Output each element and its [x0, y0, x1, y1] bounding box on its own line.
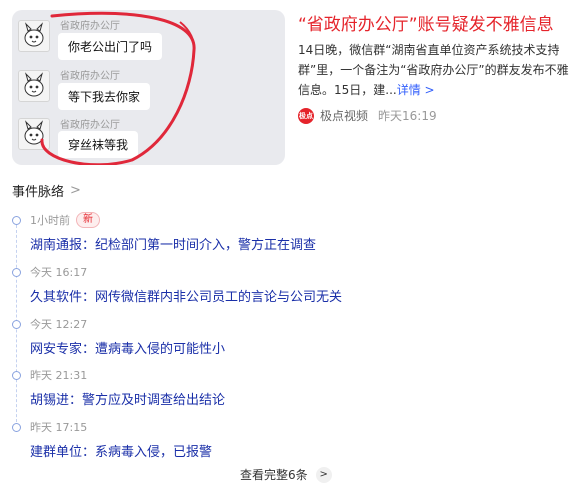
- timeline-time: 1小时前 新: [30, 212, 100, 228]
- chat-bubble: 等下我去你家: [58, 83, 151, 110]
- view-all-label: 查看完整6条: [240, 468, 308, 482]
- timeline-item-title[interactable]: 胡锡进：警方应及时调查给出结论: [30, 389, 225, 408]
- news-headline[interactable]: “省政府办公厅”账号疑发不雅信息: [298, 10, 554, 35]
- chat-avatar: [18, 118, 50, 150]
- cartoon-avatar-icon: [24, 22, 44, 47]
- timeline-time: 今天 16:17: [30, 266, 88, 279]
- news-summary: 14日晚，微信群“湖南省直单位资产系统技术支持群”里，一个备注为“省政府办公厅”…: [298, 40, 576, 100]
- chat-sender: 省政府办公厅: [60, 21, 120, 32]
- timeline-time: 昨天 17:15: [30, 421, 88, 434]
- details-link[interactable]: 详情 >: [397, 83, 435, 97]
- chat-bubble: 穿丝袜等我: [58, 131, 139, 158]
- timeline-item-title[interactable]: 久其软件：网传微信群内非公司员工的言论与公司无关: [30, 286, 342, 305]
- chevron-right-icon: >: [70, 183, 81, 198]
- source-time: 昨天16:19: [378, 109, 437, 123]
- chat-avatar: [18, 70, 50, 102]
- source-logo-icon: 极点: [298, 107, 314, 124]
- timeline-title[interactable]: 事件脉络 >: [12, 181, 81, 200]
- view-all-button[interactable]: 查看完整6条 >: [240, 466, 332, 483]
- timeline-time: 今天 12:27: [30, 318, 88, 331]
- timeline-dot-icon: [12, 371, 21, 380]
- cartoon-avatar-icon: [24, 72, 44, 97]
- chat-bubble: 你老公出门了吗: [58, 33, 163, 60]
- news-thumbnail[interactable]: 省政府办公厅 你老公出门了吗 省政府办公厅 等下我去你家 省政府办公厅 穿丝袜等…: [12, 10, 285, 165]
- timeline-dot-icon: [12, 423, 21, 432]
- timeline-time-text: 1小时前: [30, 214, 70, 227]
- timeline-item-title[interactable]: 网安专家：遭病毒入侵的可能性小: [30, 338, 225, 357]
- new-badge: 新: [76, 212, 100, 228]
- chat-sender: 省政府办公厅: [60, 120, 120, 131]
- timeline-item-title[interactable]: 湖南通报：纪检部门第一时间介入，警方正在调查: [30, 234, 316, 253]
- chevron-right-icon: >: [315, 466, 332, 483]
- timeline-dot-icon: [12, 320, 21, 329]
- chat-sender: 省政府办公厅: [60, 71, 120, 82]
- timeline-title-text: 事件脉络: [12, 185, 65, 200]
- chat-avatar: [18, 20, 50, 52]
- timeline-dot-icon: [12, 216, 21, 225]
- news-source: 极点 极点视频 昨天16:19: [298, 107, 437, 124]
- timeline-dot-icon: [12, 268, 21, 277]
- cartoon-avatar-icon: [24, 120, 44, 145]
- timeline-time: 昨天 21:31: [30, 369, 88, 382]
- source-name[interactable]: 极点视频: [320, 107, 368, 124]
- timeline-item-title[interactable]: 建群单位：系病毒入侵，已报警: [30, 441, 212, 460]
